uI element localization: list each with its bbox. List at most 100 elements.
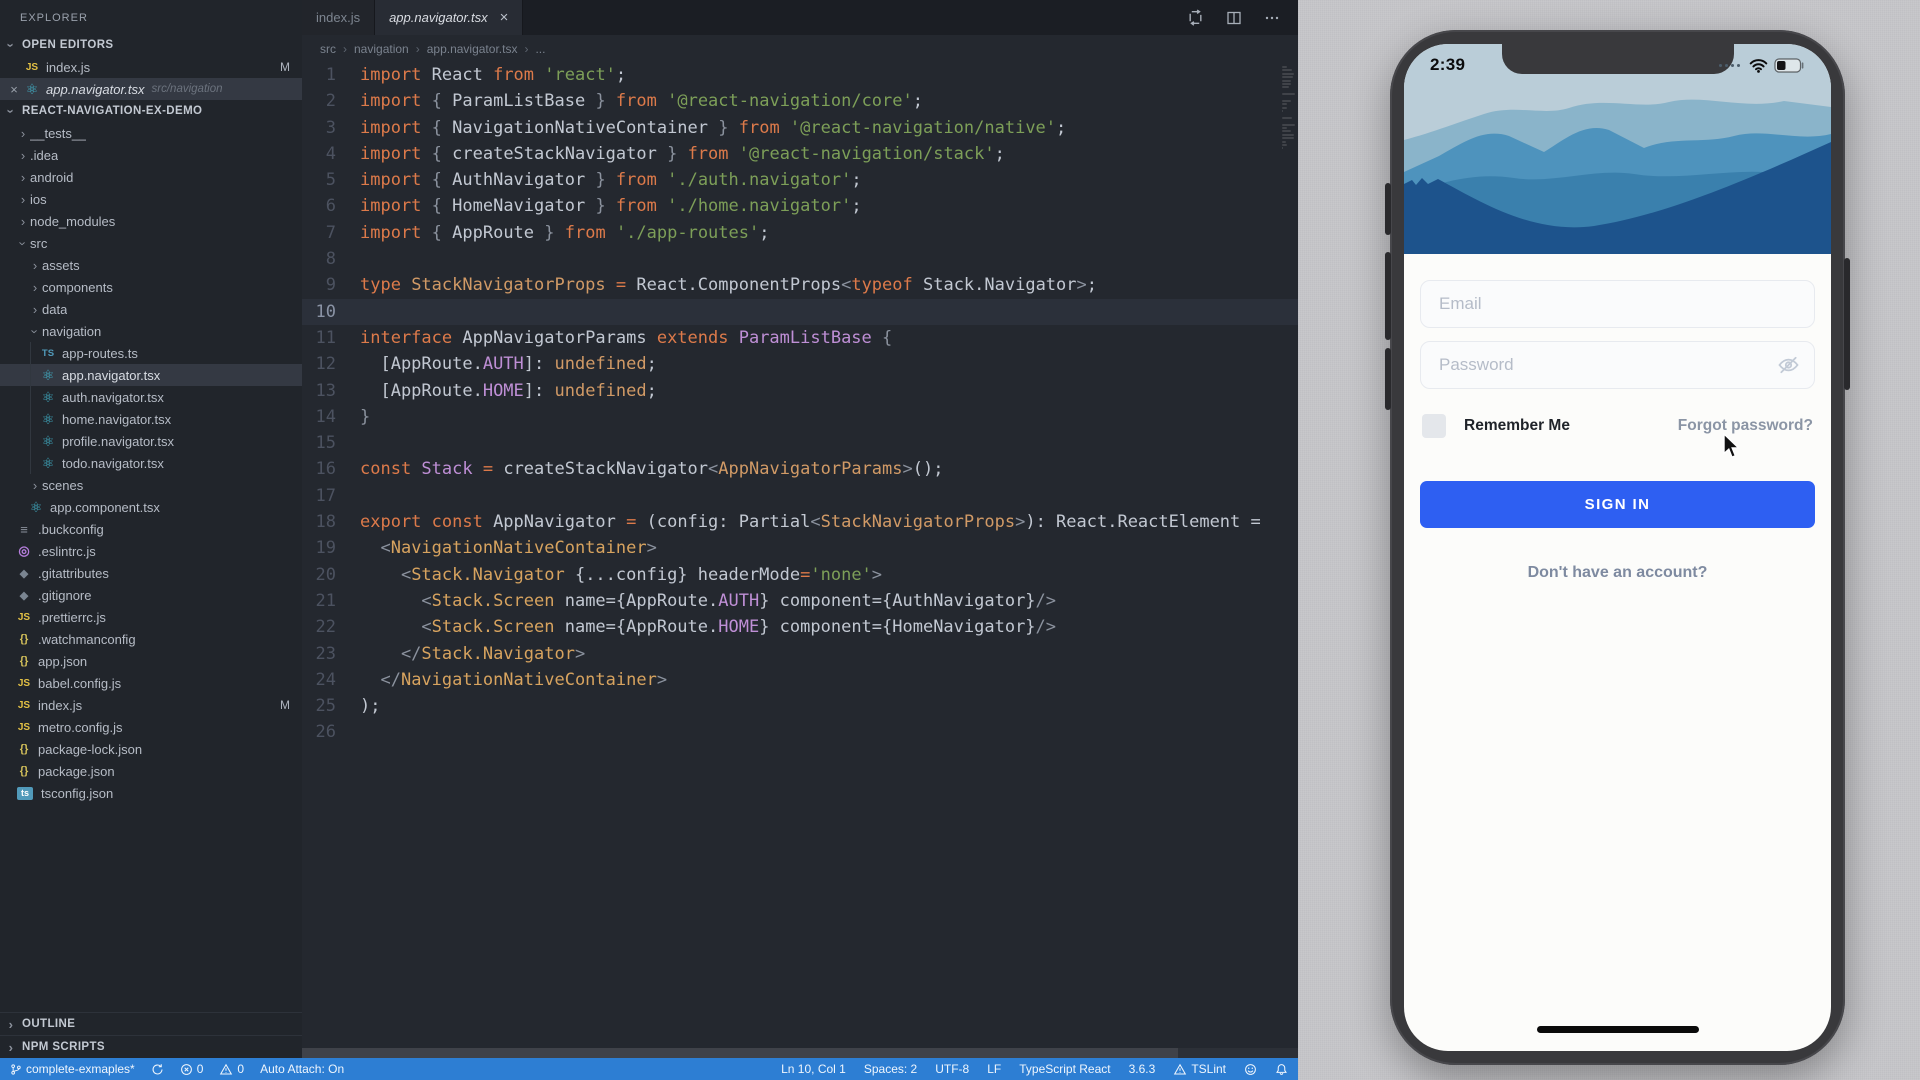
tree-item-navigation[interactable]: ›navigation: [0, 320, 302, 342]
status-ln-10-col-1[interactable]: Ln 10, Col 1: [781, 1062, 846, 1076]
status-typescript-react[interactable]: TypeScript React: [1019, 1062, 1110, 1076]
tree-item-app.json[interactable]: {}app.json: [0, 650, 302, 672]
code-line-3[interactable]: 3import { NavigationNativeContainer } fr…: [302, 115, 1298, 141]
tree-item-auth.navigator.tsx[interactable]: ⚛auth.navigator.tsx: [0, 386, 302, 408]
tree-item-data[interactable]: ›data: [0, 298, 302, 320]
tree-item-.watchmanconfig[interactable]: {}.watchmanconfig: [0, 628, 302, 650]
scrollbar-thumb[interactable]: [302, 1048, 1178, 1058]
tree-item-profile.navigator.tsx[interactable]: ⚛profile.navigator.tsx: [0, 430, 302, 452]
code-line-9[interactable]: 9type StackNavigatorProps = React.Compon…: [302, 272, 1298, 298]
code-line-21[interactable]: 21 <Stack.Screen name={AppRoute.AUTH} co…: [302, 588, 1298, 614]
tree-item-.gitignore[interactable]: ◆.gitignore: [0, 584, 302, 606]
open-changes-icon[interactable]: [1187, 9, 1204, 26]
code-line-24[interactable]: 24 </NavigationNativeContainer>: [302, 667, 1298, 693]
status-sync-indicator[interactable]: [151, 1063, 164, 1076]
code-line-19[interactable]: 19 <NavigationNativeContainer>: [302, 535, 1298, 561]
code-editor[interactable]: 1import React from 'react';2import { Par…: [302, 62, 1298, 1048]
code-line-20[interactable]: 20 <Stack.Navigator {...config} headerMo…: [302, 562, 1298, 588]
tree-item-node_modules[interactable]: ›node_modules: [0, 210, 302, 232]
npm-scripts-section-header[interactable]: › NPM SCRIPTS: [0, 1035, 302, 1058]
code-line-15[interactable]: 15: [302, 430, 1298, 456]
breadcrumb-item[interactable]: src: [320, 42, 336, 56]
status-utf-8[interactable]: UTF-8: [935, 1062, 969, 1076]
horizontal-scrollbar[interactable]: [302, 1048, 1298, 1058]
tab-index.js[interactable]: index.js: [302, 0, 375, 35]
tree-item-.idea[interactable]: ›.idea: [0, 144, 302, 166]
tree-item-index.js[interactable]: JSindex.jsM: [0, 694, 302, 716]
split-editor-icon[interactable]: [1226, 10, 1242, 26]
code-line-16[interactable]: 16const Stack = createStackNavigator<App…: [302, 456, 1298, 482]
home-indicator[interactable]: [1537, 1026, 1699, 1033]
code-line-5[interactable]: 5import { AuthNavigator } from './auth.n…: [302, 167, 1298, 193]
close-icon[interactable]: ×: [500, 10, 509, 25]
tree-item-app.component.tsx[interactable]: ⚛app.component.tsx: [0, 496, 302, 518]
tree-item-__tests__[interactable]: ›__tests__: [0, 122, 302, 144]
status-lf[interactable]: LF: [987, 1062, 1001, 1076]
sign-in-button[interactable]: SIGN IN: [1420, 481, 1815, 528]
code-line-22[interactable]: 22 <Stack.Screen name={AppRoute.HOME} co…: [302, 614, 1298, 640]
tree-item-todo.navigator.tsx[interactable]: ⚛todo.navigator.tsx: [0, 452, 302, 474]
tree-item-package.json[interactable]: {}package.json: [0, 760, 302, 782]
open-editor-index.js[interactable]: JSindex.jsM: [0, 56, 302, 78]
code-line-25[interactable]: 25);: [302, 693, 1298, 719]
tree-item-app-routes.ts[interactable]: TSapp-routes.ts: [0, 342, 302, 364]
tree-item-.eslintrc.js[interactable]: ◎.eslintrc.js: [0, 540, 302, 562]
remember-me-checkbox[interactable]: [1422, 414, 1446, 438]
code-line-26[interactable]: 26: [302, 719, 1298, 745]
password-field[interactable]: [1420, 341, 1815, 389]
status-0[interactable]: 0: [180, 1062, 204, 1076]
breadcrumb-item[interactable]: app.navigator.tsx: [427, 42, 518, 56]
tree-item-.gitattributes[interactable]: ◆.gitattributes: [0, 562, 302, 584]
tree-item-components[interactable]: ›components: [0, 276, 302, 298]
code-line-10[interactable]: 10: [302, 299, 1298, 325]
code-line-11[interactable]: 11interface AppNavigatorParams extends P…: [302, 325, 1298, 351]
forgot-password-link[interactable]: Forgot password?: [1678, 417, 1813, 435]
status-auto-attach-on[interactable]: Auto Attach: On: [260, 1062, 344, 1076]
tree-item-tsconfig.json[interactable]: tstsconfig.json: [0, 782, 302, 804]
breadcrumb-item[interactable]: navigation: [354, 42, 409, 56]
code-line-1[interactable]: 1import React from 'react';: [302, 62, 1298, 88]
code-line-17[interactable]: 17: [302, 483, 1298, 509]
tree-item-ios[interactable]: ›ios: [0, 188, 302, 210]
code-line-4[interactable]: 4import { createStackNavigator } from '@…: [302, 141, 1298, 167]
code-line-18[interactable]: 18export const AppNavigator = (config: P…: [302, 509, 1298, 535]
open-editor-app.navigator.tsx[interactable]: ×⚛app.navigator.tsxsrc/navigation: [0, 78, 302, 100]
tree-item-android[interactable]: ›android: [0, 166, 302, 188]
code-line-2[interactable]: 2import { ParamListBase } from '@react-n…: [302, 88, 1298, 114]
project-root-header[interactable]: › REACT-NAVIGATION-EX-DEMO: [0, 100, 302, 122]
breadcrumb-item[interactable]: ...: [535, 42, 545, 56]
tree-item-scenes[interactable]: ›scenes: [0, 474, 302, 496]
code-line-14[interactable]: 14}: [302, 404, 1298, 430]
code-line-7[interactable]: 7import { AppRoute } from './app-routes'…: [302, 220, 1298, 246]
tree-item-assets[interactable]: ›assets: [0, 254, 302, 276]
tree-item-metro.config.js[interactable]: JSmetro.config.js: [0, 716, 302, 738]
status-spaces-2[interactable]: Spaces: 2: [864, 1062, 917, 1076]
tree-item-app.navigator.tsx[interactable]: ⚛app.navigator.tsx: [0, 364, 302, 386]
code-line-6[interactable]: 6import { HomeNavigator } from './home.n…: [302, 193, 1298, 219]
status-complete-exmaples[interactable]: complete-exmaples*: [10, 1062, 135, 1076]
status-smiley-indicator[interactable]: [1244, 1063, 1257, 1076]
tree-item-src[interactable]: ›src: [0, 232, 302, 254]
tab-app.navigator.tsx[interactable]: app.navigator.tsx×: [375, 0, 523, 35]
tree-item-home.navigator.tsx[interactable]: ⚛home.navigator.tsx: [0, 408, 302, 430]
tree-item-.buckconfig[interactable]: ≡.buckconfig: [0, 518, 302, 540]
tree-item-package-lock.json[interactable]: {}package-lock.json: [0, 738, 302, 760]
tree-item-.prettierrc.js[interactable]: JS.prettierrc.js: [0, 606, 302, 628]
status-3-6-3[interactable]: 3.6.3: [1129, 1062, 1156, 1076]
email-field[interactable]: [1420, 280, 1815, 328]
code-line-13[interactable]: 13 [AppRoute.HOME]: undefined;: [302, 378, 1298, 404]
close-icon[interactable]: ×: [6, 82, 22, 97]
tree-item-babel.config.js[interactable]: JSbabel.config.js: [0, 672, 302, 694]
open-editors-header[interactable]: › OPEN EDITORS: [0, 34, 302, 56]
status-bell-indicator[interactable]: [1275, 1063, 1288, 1076]
status-tslint[interactable]: TSLint: [1173, 1062, 1226, 1076]
signup-link[interactable]: Don't have an account?: [1420, 564, 1815, 582]
code-line-23[interactable]: 23 </Stack.Navigator>: [302, 641, 1298, 667]
code-line-8[interactable]: 8: [302, 246, 1298, 272]
breadcrumb[interactable]: src›navigation›app.navigator.tsx›...: [302, 35, 1298, 62]
eye-off-icon[interactable]: [1776, 353, 1801, 377]
outline-section-header[interactable]: › OUTLINE: [0, 1012, 302, 1035]
more-actions-icon[interactable]: [1264, 10, 1280, 26]
code-line-12[interactable]: 12 [AppRoute.AUTH]: undefined;: [302, 351, 1298, 377]
status-0[interactable]: 0: [219, 1062, 244, 1076]
